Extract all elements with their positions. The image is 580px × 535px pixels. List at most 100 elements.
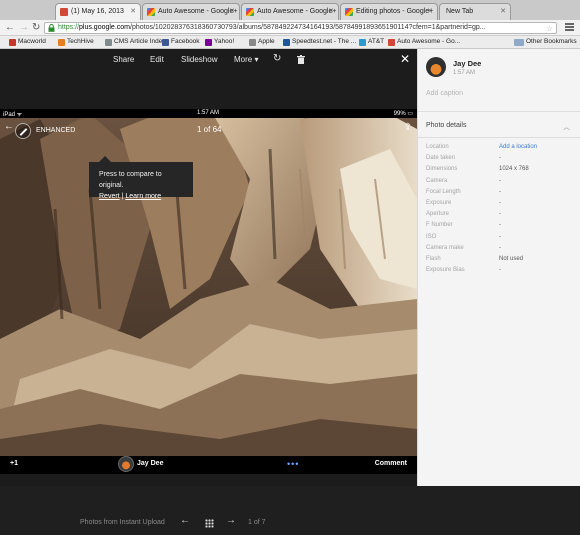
edit-button[interactable]: Edit [150,55,164,64]
rotate-icon[interactable]: ↻ [273,53,281,64]
detail-value: - [499,199,501,206]
album-position: 1 of 7 [248,519,266,526]
detail-value: - [499,211,501,218]
caption-input[interactable]: Add caption [426,90,463,97]
close-viewer-icon[interactable]: ✕ [400,52,410,66]
bookmark-item[interactable]: TechHive [58,38,94,46]
divider [418,137,580,138]
forward-arrow-icon[interactable]: → [19,22,29,33]
bookmark-label: TechHive [67,38,94,45]
ios-battery: 99% ▭ [393,111,413,117]
bookmark-item[interactable]: Yahoo! [205,38,234,46]
detail-value: 1024 x 768 [499,166,529,173]
reload-icon[interactable]: ↻ [32,22,40,33]
bookmark-label: Macworld [18,38,46,45]
detail-row: F Number - [418,222,580,233]
close-tab-icon[interactable]: ✕ [427,7,433,15]
address-bar[interactable]: https://plus.google.com/photos/102028376… [44,22,557,34]
bookmark-item[interactable]: Auto Awesome - Go... [388,38,460,46]
bookmark-favicon-icon [249,39,256,46]
ios-device-label: iPad ᯤ [3,112,23,118]
bookmark-star-icon[interactable]: ☆ [546,24,553,33]
bookmark-favicon-icon [58,39,65,46]
tab-title: Editing photos - Google+ [356,8,434,15]
ios-status-bar: iPad ᯤ 1:57 AM 99% ▭ [0,109,417,118]
magic-wand-icon[interactable] [15,123,31,139]
browser-tab-4[interactable]: Editing photos - Google+ ✕ [340,3,438,20]
photos-icon [147,8,155,16]
detail-row: Date taken - [418,155,580,166]
share-icon[interactable]: ⇪ [404,122,412,133]
close-tab-icon[interactable]: ✕ [229,7,235,15]
detail-value: - [499,188,501,195]
detail-key: Aperture [426,211,450,218]
browser-toolbar: ← → ↻ https://plus.google.com/photos/102… [0,20,580,36]
bookmark-item[interactable]: AT&T [359,38,385,46]
bookmark-item[interactable]: Speedtest.net - The ... [283,38,356,46]
owner-name[interactable]: Jay Dee [137,460,163,467]
browser-tab-5[interactable]: New Tab ✕ [439,3,511,20]
photo-viewer: Share Edit Slideshow More ▾ ↻ ✕ iPad ᯤ 1… [0,49,417,528]
close-tab-icon[interactable]: ✕ [500,7,506,15]
detail-row: Dimensions 1024 x 768 [418,166,580,177]
detail-row: Camera make - [418,245,580,256]
add-location-link[interactable]: Add a location [499,144,537,150]
bookmark-item[interactable]: CMS Article Index [105,38,166,46]
photo-image[interactable] [0,109,417,465]
photo-counter: 1 of 64 [197,125,222,134]
photo-info-panel: Jay Dee 1:57 AM Add caption Photo detail… [417,49,580,486]
browser-tab-2[interactable]: Auto Awesome - Google+ ✕ [142,3,240,20]
detail-key: F Number [426,222,453,229]
url-path: /photos/102028376318360730793/albums/587… [130,24,486,31]
detail-value: - [499,267,501,274]
ios-time: 1:57 AM [197,110,220,116]
close-tab-icon[interactable]: ✕ [130,7,136,15]
detail-value: - [499,155,501,162]
other-bookmarks-folder[interactable]: Other Bookmarks [514,38,577,46]
more-options-icon[interactable]: ••• [287,459,299,469]
owner-name[interactable]: Jay Dee [453,59,481,68]
browser-tab-3[interactable]: Auto Awesome - Google+ ✕ [241,3,339,20]
next-arrow-icon[interactable]: → [226,515,236,526]
bookmark-item[interactable]: Facebook [162,38,200,46]
album-title[interactable]: Photos from Instant Upload [80,519,165,526]
bookmark-favicon-icon [105,39,112,46]
slideshow-button[interactable]: Slideshow [181,55,217,64]
photo-details-list: Location Add a location Date taken - Dimensi… [418,144,580,278]
detail-row: ISO - [418,234,580,245]
prev-arrow-icon[interactable]: ← [180,515,190,526]
detail-row: Location Add a location [418,144,580,155]
detail-key: Flash [426,255,441,262]
trash-icon[interactable] [297,55,305,64]
plus-one-button[interactable]: +1 [10,460,18,467]
back-arrow-icon[interactable]: ← [4,121,14,132]
detail-key: Date taken [426,155,456,162]
gplus-icon [60,8,68,16]
menu-icon[interactable] [565,23,574,31]
back-arrow-icon[interactable]: ← [5,22,15,33]
tab-title: New Tab [446,8,474,15]
detail-key: Exposure Bias [426,267,465,274]
close-tab-icon[interactable]: ✕ [328,7,334,15]
bookmark-label: AT&T [368,38,385,45]
compare-tooltip: Press to compare to original. Revert | L… [89,156,193,200]
detail-key: Camera make [426,244,464,251]
avatar[interactable] [118,456,134,472]
revert-link[interactable]: Revert [99,193,120,200]
learn-more-link[interactable]: Learn more [125,193,161,200]
share-button[interactable]: Share [113,55,134,64]
badlands-photo [0,109,417,465]
photo-details-header[interactable]: Photo details [426,122,466,129]
bookmark-item[interactable]: Apple [249,38,275,46]
photos-icon [246,8,254,16]
comment-button[interactable]: Comment [375,460,407,467]
collapse-chevron-icon[interactable]: ︿ [563,122,570,132]
browser-tab-1[interactable]: (1) May 16, 2013 ✕ [55,3,141,20]
tab-title: (1) May 16, 2013 [71,8,124,15]
avatar[interactable] [426,57,446,77]
detail-row: Exposure - [418,200,580,211]
grid-view-icon[interactable] [205,519,214,528]
detail-value: Not used [499,255,524,262]
bookmark-item[interactable]: Macworld [9,38,46,46]
more-button[interactable]: More ▾ [234,55,258,64]
